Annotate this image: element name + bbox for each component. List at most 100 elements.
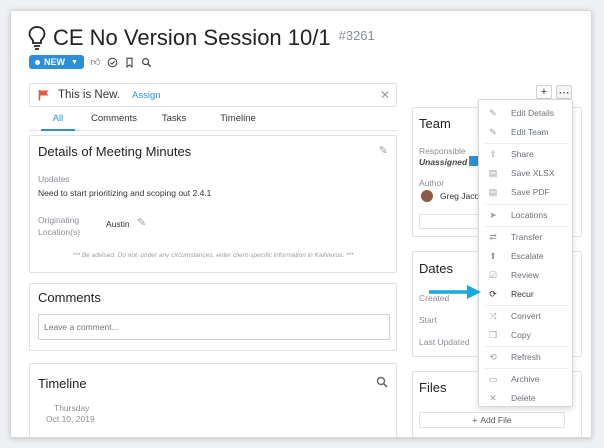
check-circle-icon[interactable] xyxy=(107,57,118,68)
location-arrow-icon: ➤ xyxy=(489,209,497,220)
pencil-icon: ✎ xyxy=(489,107,497,118)
details-card: Details of Meeting Minutes ✎ Updates Nee… xyxy=(29,135,397,273)
edit-pencil-icon[interactable]: ✎ xyxy=(379,144,388,157)
timeline-title: Timeline xyxy=(38,376,87,391)
menu-item-label: Transfer xyxy=(511,232,543,242)
share-icon: ⇪ xyxy=(489,148,497,159)
pdf-file-icon: ▤ xyxy=(488,186,498,197)
menu-item-label: Review xyxy=(511,270,539,280)
tab-bar: All Comments Tasks Timeline xyxy=(29,111,397,131)
archive-icon: ▭ xyxy=(488,373,498,384)
assign-link[interactable]: Assign xyxy=(132,90,161,101)
menu-item-label: Edit Team xyxy=(511,127,549,137)
start-label: Start xyxy=(419,315,437,325)
menu-item-label: Edit Details xyxy=(511,108,554,118)
edit-location-pencil-icon[interactable]: ✎ xyxy=(137,216,146,229)
escalate-icon: ⬆ xyxy=(489,250,497,261)
responsible-value: Unassigned xyxy=(419,157,468,167)
flag-icon xyxy=(38,90,49,101)
more-actions-menu: ✎ Edit Details ✎ Edit Team ⇪ Share ▤ Sav… xyxy=(478,99,573,407)
menu-item-label: Recur xyxy=(511,289,534,299)
timeline-weekday: Thursday xyxy=(54,403,90,413)
menu-item-transfer[interactable]: ⇄ Transfer xyxy=(479,228,574,246)
menu-item-archive[interactable]: ▭ Archive xyxy=(479,370,574,388)
location-value: Austin xyxy=(106,219,130,229)
avatar xyxy=(421,190,433,202)
menu-item-review[interactable]: ☑ Review xyxy=(479,266,574,284)
transfer-icon: ⇄ xyxy=(489,231,497,242)
timeline-card: Timeline Thursday Oct 10, 2019 xyxy=(29,363,397,437)
menu-item-delete[interactable]: ✕ Delete xyxy=(479,389,574,407)
more-button[interactable]: ⋯ xyxy=(556,85,572,99)
add-file-label: Add File xyxy=(480,415,512,425)
menu-item-share[interactable]: ⇪ Share xyxy=(479,145,574,163)
menu-item-label: Refresh xyxy=(511,352,541,362)
tab-comments[interactable]: Comments xyxy=(87,111,141,131)
updates-text: Need to start prioritizing and scoping o… xyxy=(38,188,212,198)
tab-tasks[interactable]: Tasks xyxy=(157,111,191,131)
menu-item-label: Copy xyxy=(511,330,531,340)
menu-item-save-xlsx[interactable]: ▤ Save XLSX xyxy=(479,164,574,182)
timeline-date: Oct 10, 2019 xyxy=(46,414,95,424)
author-label: Author xyxy=(419,178,445,188)
dates-title: Dates xyxy=(419,261,453,276)
plus-icon: + xyxy=(472,415,478,425)
menu-item-label: Share xyxy=(511,149,534,159)
tab-timeline[interactable]: Timeline xyxy=(213,111,263,131)
zoom-icon[interactable] xyxy=(141,57,152,68)
search-icon[interactable] xyxy=(376,376,388,388)
menu-item-refresh[interactable]: ⟲ Refresh xyxy=(479,348,574,366)
status-row: NEW ▼ 👍︎ xyxy=(29,55,152,69)
last-updated-label: Last Updated xyxy=(419,337,470,347)
add-file-button[interactable]: + Add File xyxy=(419,412,565,428)
details-title: Details of Meeting Minutes xyxy=(38,144,192,159)
menu-divider xyxy=(485,305,568,306)
status-dot-icon xyxy=(35,59,40,65)
refresh-icon: ⟲ xyxy=(489,351,497,362)
menu-item-label: Locations xyxy=(511,210,548,220)
item-id: #3261 xyxy=(338,27,375,43)
app-window: CE No Version Session 10/1 #3261 NEW ▼ 👍… xyxy=(10,10,592,438)
menu-divider xyxy=(485,368,568,369)
menu-item-copy[interactable]: ❐ Copy xyxy=(479,326,574,344)
menu-item-label: Convert xyxy=(511,311,541,321)
close-icon[interactable]: ✕ xyxy=(380,88,390,102)
delete-icon: ✕ xyxy=(489,392,497,403)
thumbs-up-icon[interactable]: 👍︎ xyxy=(90,57,101,68)
menu-item-edit-details[interactable]: ✎ Edit Details xyxy=(479,104,574,122)
tab-all[interactable]: All xyxy=(41,111,75,131)
menu-item-recur[interactable]: ⟳ Recur xyxy=(479,285,574,303)
team-title: Team xyxy=(419,116,451,131)
advisory-text: *** Be advised: Do not, under any circum… xyxy=(72,252,354,259)
menu-item-escalate[interactable]: ⬆ Escalate xyxy=(479,247,574,265)
status-dropdown[interactable]: NEW ▼ xyxy=(29,55,84,69)
comments-card: Comments xyxy=(29,283,397,351)
lightbulb-icon xyxy=(28,26,46,50)
page-title: CE No Version Session 10/1 xyxy=(53,25,331,50)
menu-divider xyxy=(485,143,568,144)
menu-item-locations[interactable]: ➤ Locations xyxy=(479,206,574,224)
menu-item-save-pdf[interactable]: ▤ Save PDF xyxy=(479,183,574,201)
status-banner: This is New. Assign ✕ xyxy=(29,83,397,107)
comment-input[interactable] xyxy=(38,314,390,340)
copy-icon: ❐ xyxy=(488,329,498,340)
add-button[interactable]: + xyxy=(536,85,552,99)
menu-item-label: Save PDF xyxy=(511,187,550,197)
menu-item-label: Save XLSX xyxy=(511,168,555,178)
updates-label: Updates xyxy=(38,174,70,184)
menu-item-convert[interactable]: ⤨ Convert xyxy=(479,307,574,325)
annotation-arrow-icon xyxy=(429,285,481,299)
menu-item-label: Archive xyxy=(511,374,540,384)
bookmark-icon[interactable] xyxy=(124,57,135,68)
pencil-icon: ✎ xyxy=(489,126,497,137)
xlsx-file-icon: ▤ xyxy=(488,167,498,178)
menu-item-label: Delete xyxy=(511,393,536,403)
menu-divider xyxy=(485,204,568,205)
author-name: Greg Jaco xyxy=(440,191,480,201)
menu-item-edit-team[interactable]: ✎ Edit Team xyxy=(479,123,574,141)
menu-divider xyxy=(485,226,568,227)
title-row: CE No Version Session 10/1 #3261 xyxy=(27,23,375,53)
location-label: Originating Location(s) xyxy=(38,215,81,237)
menu-divider xyxy=(485,346,568,347)
responsible-label: Responsible xyxy=(419,146,466,156)
